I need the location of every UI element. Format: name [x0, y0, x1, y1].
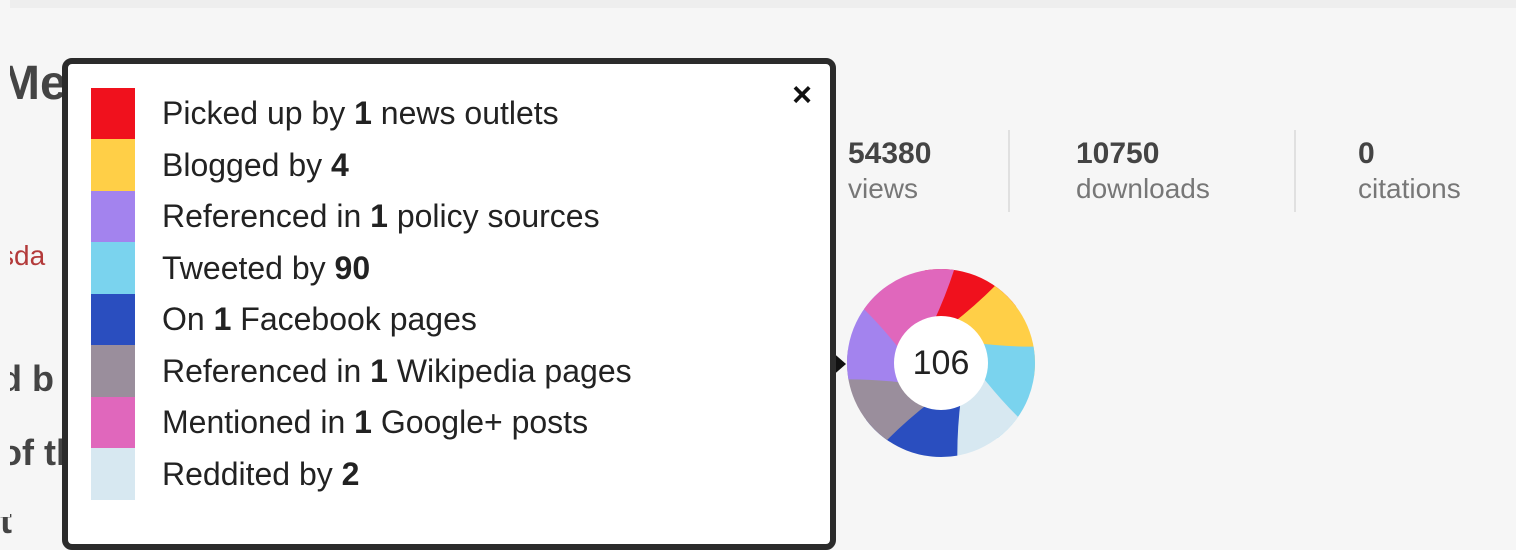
legend-text: Blogged by 4 [162, 146, 349, 183]
altmetric-popover: × Picked up by 1 news outlets Blogged by… [62, 58, 836, 550]
citations-count: 0 [1358, 137, 1375, 170]
legend-text: Referenced in 1 policy sources [162, 198, 600, 235]
top-bar [0, 0, 1516, 8]
reddit-swatch-icon [91, 448, 135, 501]
facebook-swatch-icon [91, 293, 135, 346]
metrics-bar: 54380 views 10750 downloads 0 citations [848, 130, 1516, 212]
blog-swatch-icon [91, 139, 135, 192]
views-label: views [848, 173, 919, 204]
legend-text: Tweeted by 90 [162, 249, 371, 286]
legend-row-twitter[interactable]: Tweeted by 90 [91, 242, 632, 295]
legend-text: Reddited by 2 [162, 455, 360, 492]
twitter-swatch-icon [91, 242, 135, 295]
news-swatch-icon [91, 87, 135, 140]
citations-stat: 0 citations [1296, 130, 1516, 212]
policy-swatch-icon [91, 190, 135, 243]
downloads-stat: 10750 downloads [1010, 130, 1294, 212]
legend-text: On 1 Facebook pages [162, 301, 477, 338]
legend-row-facebook[interactable]: On 1 Facebook pages [91, 293, 632, 346]
downloads-count: 10750 [1076, 137, 1160, 170]
legend-row-googleplus[interactable]: Mentioned in 1 Google+ posts [91, 396, 632, 449]
legend-row-reddit[interactable]: Reddited by 2 [91, 448, 632, 501]
article-title-fragment: Me [0, 57, 67, 110]
altmetric-donut[interactable]: 106 [846, 268, 1036, 458]
close-icon[interactable]: × [792, 78, 812, 112]
views-count: 54380 [848, 137, 932, 170]
googleplus-swatch-icon [91, 396, 135, 449]
legend-row-news[interactable]: Picked up by 1 news outlets [91, 87, 632, 140]
legend-row-blogs[interactable]: Blogged by 4 [91, 139, 632, 192]
legend-text: Referenced in 1 Wikipedia pages [162, 352, 632, 389]
altmetric-legend: Picked up by 1 news outlets Blogged by 4… [91, 87, 632, 501]
views-stat: 54380 views [848, 130, 1008, 212]
page-left-edge [0, 0, 10, 517]
legend-row-wikipedia[interactable]: Referenced in 1 Wikipedia pages [91, 345, 632, 398]
altmetric-score: 106 [912, 343, 970, 382]
citations-label: citations [1358, 173, 1461, 204]
legend-text: Mentioned in 1 Google+ posts [162, 404, 589, 441]
wikipedia-swatch-icon [91, 345, 135, 398]
downloads-label: downloads [1076, 173, 1210, 204]
legend-row-policy[interactable]: Referenced in 1 policy sources [91, 190, 632, 243]
legend-text: Picked up by 1 news outlets [162, 95, 559, 132]
